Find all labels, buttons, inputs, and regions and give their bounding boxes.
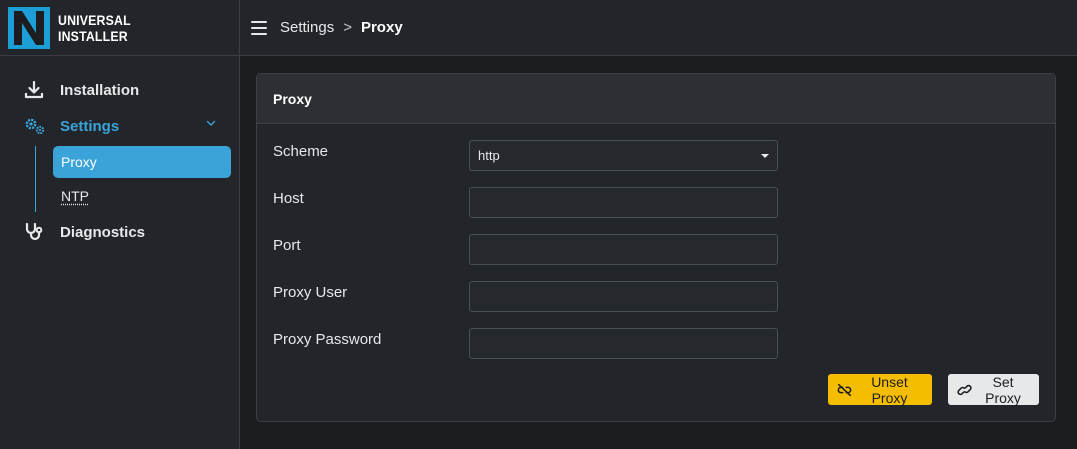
gears-icon xyxy=(24,116,48,136)
proxy-password-input[interactable] xyxy=(469,328,778,359)
sidebar-item-diagnostics[interactable]: Diagnostics xyxy=(0,214,240,250)
proxy-card: Proxy Scheme http Host Port Proxy User P… xyxy=(256,73,1056,422)
scheme-label: Scheme xyxy=(273,143,329,160)
stethoscope-icon xyxy=(24,222,48,242)
set-proxy-button[interactable]: Set Proxy xyxy=(948,373,1039,406)
sidebar-subitem-label: Proxy xyxy=(61,154,97,170)
port-row: Port xyxy=(273,234,1043,266)
caret-down-icon xyxy=(761,154,769,158)
sidebar-item-installation[interactable]: Installation xyxy=(0,72,240,108)
download-icon xyxy=(24,80,48,100)
brand[interactable]: UNIVERSAL INSTALLER xyxy=(0,0,239,56)
sidebar-item-label: Installation xyxy=(60,81,140,99)
breadcrumb-current: Proxy xyxy=(360,19,403,36)
proxy-user-input[interactable] xyxy=(469,281,778,312)
unlink-icon xyxy=(837,383,852,396)
top-bar: Settings > Proxy xyxy=(240,0,1077,56)
sidebar-item-label: Settings xyxy=(60,117,120,135)
hamburger-menu-icon[interactable] xyxy=(251,20,267,35)
proxy-password-row: Proxy Password xyxy=(273,328,1043,360)
proxy-password-label: Proxy Password xyxy=(273,331,382,348)
link-icon xyxy=(957,384,972,395)
brand-line-1: UNIVERSAL xyxy=(58,11,131,28)
sidebar-subitem-label: NTP xyxy=(61,188,89,204)
port-input[interactable] xyxy=(469,234,778,265)
breadcrumb: Settings > Proxy xyxy=(280,19,403,36)
sidebar-subitem-ntp[interactable]: NTP xyxy=(53,180,231,212)
host-label: Host xyxy=(273,190,304,207)
host-input[interactable] xyxy=(469,187,778,218)
settings-submenu: Proxy NTP xyxy=(35,146,231,212)
breadcrumb-parent[interactable]: Settings xyxy=(280,19,334,36)
proxy-user-label: Proxy User xyxy=(273,284,348,301)
breadcrumb-separator: > xyxy=(343,19,352,36)
unset-proxy-label: Unset Proxy xyxy=(871,373,908,406)
host-row: Host xyxy=(273,187,1043,219)
set-proxy-label: Set Proxy xyxy=(985,373,1021,406)
sidebar: UNIVERSAL INSTALLER Installation Setting… xyxy=(0,0,240,449)
brand-line-2: INSTALLER xyxy=(58,27,128,44)
scheme-select[interactable]: http xyxy=(469,140,778,171)
unset-proxy-button[interactable]: Unset Proxy xyxy=(828,373,932,406)
n-logo-icon xyxy=(8,6,50,49)
sidebar-item-settings[interactable]: Settings xyxy=(0,108,240,144)
brand-name: UNIVERSAL INSTALLER xyxy=(58,12,131,44)
proxy-user-row: Proxy User xyxy=(273,281,1043,313)
port-label: Port xyxy=(273,237,301,254)
chevron-down-icon[interactable] xyxy=(206,120,216,127)
sidebar-item-label: Diagnostics xyxy=(60,223,146,241)
sidebar-subitem-proxy[interactable]: Proxy xyxy=(53,146,231,178)
sidebar-nav: Installation Settings Proxy NTP Diagnost… xyxy=(0,72,240,250)
scheme-value: http xyxy=(478,148,500,163)
card-title: Proxy xyxy=(257,74,1055,124)
scheme-row: Scheme http xyxy=(273,140,1043,172)
